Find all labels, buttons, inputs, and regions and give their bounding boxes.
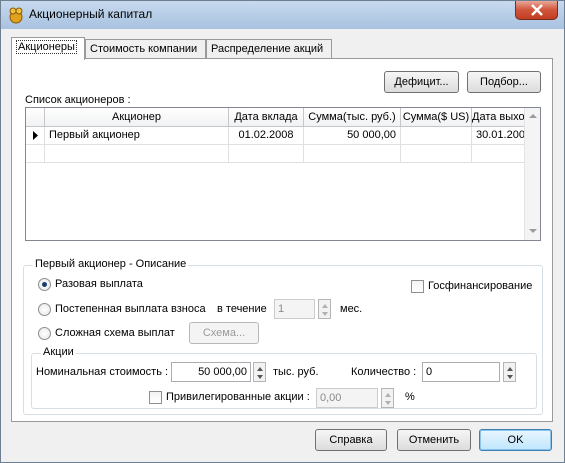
tab-label: Стоимость компании (90, 43, 198, 55)
tab-company-value[interactable]: Стоимость компании (85, 39, 206, 59)
nominal-spinner[interactable] (253, 362, 266, 382)
column-header[interactable]: Акционер (45, 108, 229, 127)
radio-gradual-payment-label: Постепенная выплата взноса (55, 303, 206, 315)
radio-complex-scheme[interactable] (38, 327, 51, 340)
cell-sum-usd[interactable] (401, 127, 472, 145)
cell-name[interactable] (45, 145, 229, 163)
radio-complex-scheme-label: Сложная схема выплат (55, 327, 175, 339)
current-row-icon (33, 131, 38, 140)
cell-date-out[interactable]: 30.01.2009 (472, 127, 531, 145)
cell-sum-usd[interactable] (401, 145, 472, 163)
scroll-up-icon[interactable] (529, 114, 537, 118)
shareholders-grid[interactable]: Акционер Дата вклада Сумма(тыс. руб.) Су… (25, 107, 541, 241)
shareholders-list-label: Список акционеров : (25, 94, 131, 106)
cell-name[interactable]: Первый акционер (45, 127, 229, 145)
select-button[interactable]: Подбор... (467, 71, 541, 93)
tab-share-distribution[interactable]: Распределение акций (206, 39, 332, 59)
months-input[interactable]: 1 (274, 299, 315, 319)
row-selector[interactable] (26, 145, 45, 163)
radio-single-payment-label: Разовая выплата (55, 278, 143, 290)
close-button[interactable] (515, 1, 558, 20)
months-spinner[interactable] (318, 299, 331, 319)
deficit-button[interactable]: Дефицит... (384, 71, 459, 93)
nominal-input[interactable]: 50 000,00 (171, 362, 251, 382)
row-header-corner (26, 108, 45, 127)
ok-button[interactable]: OK (479, 429, 552, 451)
column-header[interactable]: Дата выхода (472, 108, 526, 127)
help-button[interactable]: Справка (315, 429, 387, 451)
quantity-spinner[interactable] (503, 362, 516, 382)
cell-date-in[interactable] (229, 145, 304, 163)
column-header[interactable]: Сумма($ US) (401, 108, 472, 127)
row-selector[interactable] (26, 127, 45, 145)
grid-header: Акционер Дата вклада Сумма(тыс. руб.) Су… (26, 108, 526, 127)
column-header[interactable]: Сумма(тыс. руб.) (304, 108, 401, 127)
cancel-button[interactable]: Отменить (397, 429, 471, 451)
spin-up-icon[interactable] (507, 367, 513, 371)
spin-down-icon[interactable] (257, 375, 263, 379)
description-title: Первый акционер - Описание (33, 258, 189, 270)
app-icon (9, 7, 23, 24)
shares-title: Акции (41, 346, 76, 358)
quantity-input[interactable]: 0 (422, 362, 500, 382)
radio-gradual-payment[interactable] (38, 303, 51, 316)
scroll-down-icon[interactable] (529, 229, 537, 233)
cell-sum-rub[interactable]: 50 000,00 (304, 127, 401, 145)
spin-up-icon[interactable] (257, 367, 263, 371)
scheme-button[interactable]: Схема... (189, 322, 259, 344)
cell-date-out[interactable] (472, 145, 526, 163)
preferred-shares-spinner[interactable] (381, 388, 394, 408)
cell-sum-rub[interactable] (304, 145, 401, 163)
nominal-unit-label: тыс. руб. (273, 366, 319, 378)
during-label: в течение (217, 303, 267, 315)
window-title: Акционерный капитал (29, 7, 153, 21)
dialog-window: Акционерный капитал Акционеры Стоимость … (0, 0, 565, 463)
spin-up-icon[interactable] (322, 304, 328, 308)
radio-single-payment[interactable] (38, 278, 51, 291)
nominal-label: Номинальная стоимость : (36, 366, 169, 378)
spin-down-icon[interactable] (322, 312, 328, 316)
tab-shareholders[interactable]: Акционеры (11, 37, 85, 60)
title-bar[interactable]: Акционерный капитал (1, 1, 564, 29)
tab-label: Акционеры (16, 40, 77, 54)
preferred-shares-input[interactable]: 0,00 (316, 388, 378, 408)
spin-down-icon[interactable] (507, 375, 513, 379)
months-unit-label: мес. (340, 303, 363, 315)
close-icon (531, 4, 543, 16)
tab-label: Распределение акций (211, 43, 324, 55)
spin-up-icon[interactable] (385, 393, 391, 397)
cell-date-in[interactable]: 01.02.2008 (229, 127, 304, 145)
gov-funding-checkbox[interactable] (411, 280, 424, 293)
gov-funding-label: Госфинансирование (428, 280, 533, 292)
spin-down-icon[interactable] (385, 401, 391, 405)
preferred-shares-label: Привилегированные акции : (166, 391, 310, 403)
percent-label: % (405, 391, 415, 403)
quantity-label: Количество : (351, 366, 417, 378)
column-header[interactable]: Дата вклада (229, 108, 304, 127)
grid-scrollbar[interactable] (524, 108, 540, 240)
preferred-shares-checkbox[interactable] (149, 391, 162, 404)
